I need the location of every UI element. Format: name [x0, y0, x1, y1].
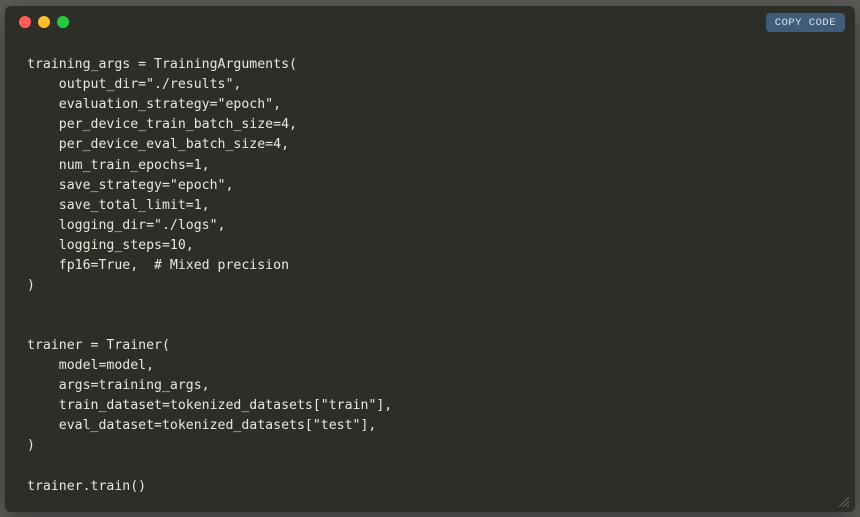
- resize-handle-icon[interactable]: [837, 494, 849, 506]
- window-traffic-lights: [19, 16, 69, 28]
- code-block[interactable]: training_args = TrainingArguments( outpu…: [5, 51, 855, 504]
- code-window: COPY CODE training_args = TrainingArgume…: [5, 6, 855, 512]
- minimize-icon[interactable]: [38, 16, 50, 28]
- copy-code-button[interactable]: COPY CODE: [766, 13, 845, 32]
- maximize-icon[interactable]: [57, 16, 69, 28]
- window-title-bar: COPY CODE: [5, 6, 855, 38]
- close-icon[interactable]: [19, 16, 31, 28]
